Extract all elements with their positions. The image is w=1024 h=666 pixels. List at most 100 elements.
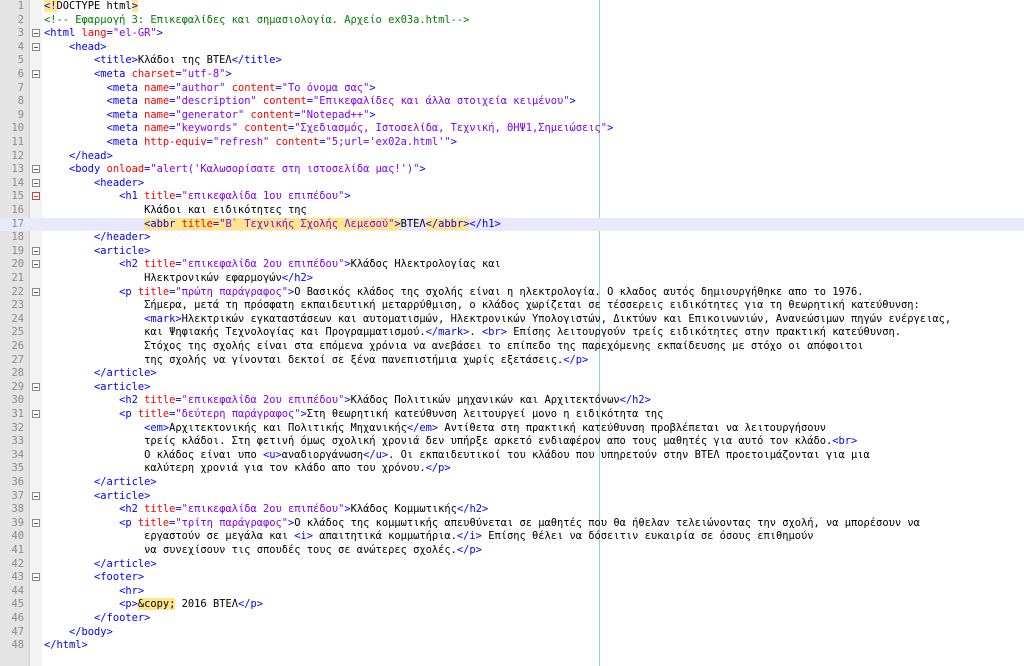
code-line[interactable]: 40 εργαστούν σε μεγάλα και <i> απαιτητικ… (0, 530, 1024, 544)
code-line[interactable]: 9 <meta name="generator" content="Notepa… (0, 109, 1024, 123)
code-text[interactable]: <p title="τρίτη παράγραφος">Ο κλάδος της… (44, 517, 920, 531)
code-line[interactable]: 16 Κλάδοι και ειδικότητες της (0, 204, 1024, 218)
code-line[interactable]: 47 </body> (0, 626, 1024, 640)
code-text[interactable]: </article> (44, 476, 157, 490)
code-text[interactable]: <meta name="description" content="Επικεφ… (44, 95, 576, 109)
code-text[interactable]: </footer> (44, 612, 150, 626)
fold-toggle-icon[interactable] (32, 382, 40, 391)
code-text[interactable]: <meta name="generator" content="Notepad+… (44, 109, 376, 123)
code-text[interactable]: <hr> (44, 585, 144, 599)
code-line[interactable]: 36 </article> (0, 476, 1024, 490)
code-text[interactable]: τρείς κλάδοι. Στη φετινή όμως σχολική χρ… (44, 435, 857, 449)
code-text[interactable]: Στόχος της σχολής είναι στα επόμενα χρόν… (44, 340, 863, 354)
fold-toggle-icon[interactable] (32, 42, 40, 51)
code-text[interactable]: <meta name="keywords" content="Σχεδιασμό… (44, 122, 614, 136)
code-line[interactable]: 6 <meta charset="utf-8"> (0, 68, 1024, 82)
code-line[interactable]: 2 <!-- Εφαρμογή 3: Επικεφαλίδες και σημασ… (0, 14, 1024, 28)
fold-toggle-icon[interactable] (32, 70, 40, 78)
code-text[interactable]: εργαστούν σε μεγάλα και <i> απαιτητικά κ… (44, 530, 813, 544)
fold-toggle-icon[interactable] (32, 260, 40, 269)
code-text[interactable]: </header> (44, 231, 150, 245)
code-line[interactable]: 17 <abbr title="Β` Τεχνικής Σχολής Λεμεσ… (0, 217, 1024, 232)
code-text[interactable]: </head> (44, 150, 113, 164)
code-line[interactable]: 21 Ηλεκτρονικών εφαρμογών</h2> (0, 272, 1024, 286)
code-line[interactable]: 18 </header> (0, 231, 1024, 245)
code-text[interactable]: <article> (44, 381, 150, 395)
code-line[interactable]: 14 <header> (0, 177, 1024, 191)
code-text[interactable]: να συνεχίσουν τις σπουδές τους σε ανώτερ… (44, 544, 482, 558)
code-line[interactable]: 1 <!DOCTYPE html> (0, 0, 1024, 14)
code-line[interactable]: 43 <footer> (0, 571, 1024, 585)
code-line[interactable]: 34 Ο κλάδος είναι υπο <u>αναδιοργάνωση</… (0, 449, 1024, 463)
code-line[interactable]: 20 <h2 title="επικεφαλίδα 2ου επιπέδου">… (0, 258, 1024, 272)
code-text[interactable]: <!DOCTYPE html> (44, 0, 138, 14)
code-text[interactable]: </article> (44, 367, 157, 381)
code-line[interactable]: 39 <p title="τρίτη παράγραφος">Ο κλάδος … (0, 517, 1024, 531)
code-text[interactable]: </body> (44, 626, 113, 640)
code-text[interactable]: <h2 title="επικεφαλίδα 2ου επιπέδου">Κλά… (44, 394, 651, 408)
code-line[interactable]: 42 </article> (0, 558, 1024, 572)
code-line[interactable]: 10 <meta name="keywords" content="Σχεδια… (0, 122, 1024, 136)
code-line[interactable]: 37 <article> (0, 490, 1024, 504)
code-line[interactable]: 35 καλύτερη χρονιά για τον κλάδο απο του… (0, 462, 1024, 476)
fold-toggle-icon[interactable] (32, 518, 40, 527)
code-text[interactable]: <h2 title="επικεφαλίδα 2ου επιπέδου">Κλά… (44, 503, 488, 517)
code-line[interactable]: 22 <p title="πρώτη παράγραφος">Ο Βασικός… (0, 286, 1024, 300)
code-text[interactable]: <h2 title="επικεφαλίδα 2ου επιπέδου">Κλά… (44, 258, 501, 272)
code-editor[interactable]: 1 <!DOCTYPE html> 2 <!-- Εφαρμογή 3: Επικεφ… (0, 0, 1024, 666)
code-text[interactable]: <footer> (44, 571, 144, 585)
code-line[interactable]: 41 να συνεχίσουν τις σπουδές τους σε ανώ… (0, 544, 1024, 558)
code-text[interactable]: <article> (44, 245, 150, 259)
code-line[interactable]: 25 και Ψηφιακής Τεχνολογίας και Προγραμμ… (0, 326, 1024, 340)
code-text[interactable]: Κλάδοι και ειδικότητες της (44, 204, 307, 218)
fold-toggle-icon[interactable] (32, 410, 40, 418)
code-line[interactable]: 12 </head> (0, 150, 1024, 164)
code-line[interactable]: 45 <p>&copy; 2016 ΒΤΕΛ</p> (0, 598, 1024, 612)
code-text[interactable]: <html lang="el-GR"> (44, 27, 163, 41)
code-text[interactable]: και Ψηφιακής Τεχνολογίας και Προγραμματι… (44, 326, 901, 340)
code-text[interactable]: <body onload="alert('Καλωσορίσατε στη ισ… (44, 163, 426, 177)
code-text[interactable]: <p title="πρώτη παράγραφος">Ο Βασικός κλ… (44, 286, 863, 300)
code-line[interactable]: 3 <html lang="el-GR"> (0, 27, 1024, 41)
code-text[interactable]: <h1 title="επικεφαλίδα 1ου επιπέδου"> (44, 190, 351, 204)
code-line[interactable]: 32 <em>Αρχιτεκτονικής και Πολιτικής Μηχα… (0, 422, 1024, 436)
fold-toggle-icon[interactable] (32, 192, 40, 201)
code-line[interactable]: 23 Σήμερα, μετά τη πρόσφατη εκπαιδευτική… (0, 299, 1024, 313)
code-text[interactable]: <p title="δεύτερη παράγραφος">Στη θεωρητ… (44, 408, 663, 422)
code-line[interactable]: 48 </html> (0, 639, 1024, 653)
fold-toggle-icon[interactable] (32, 287, 40, 296)
code-text[interactable]: <head> (44, 41, 107, 55)
code-line[interactable]: 5 <title>Κλάδοι της ΒΤΕΛ</title> (0, 54, 1024, 68)
code-text[interactable]: <em>Αρχιτεκτονικής και Πολιτικής Μηχανικ… (44, 422, 826, 436)
fold-toggle-icon[interactable] (32, 178, 40, 187)
fold-toggle-icon[interactable] (32, 573, 40, 582)
code-line[interactable]: 13 <body onload="alert('Καλωσορίσατε στη… (0, 163, 1024, 177)
code-text[interactable]: Ηλεκτρονικών εφαρμογών</h2> (44, 272, 313, 286)
code-line[interactable]: 8 <meta name="description" content="Επικ… (0, 95, 1024, 109)
code-line[interactable]: 31 <p title="δεύτερη παράγραφος">Στη θεω… (0, 408, 1024, 422)
code-text[interactable]: <article> (44, 490, 150, 504)
code-text[interactable]: <meta name="author" content="Το όνομα σα… (44, 82, 376, 96)
code-line[interactable]: 26 Στόχος της σχολής είναι στα επόμενα χ… (0, 340, 1024, 354)
code-line[interactable]: 4 <head> (0, 41, 1024, 55)
code-line[interactable]: 46 </footer> (0, 612, 1024, 626)
fold-toggle-icon[interactable] (32, 29, 40, 38)
code-line[interactable]: 44 <hr> (0, 585, 1024, 599)
code-text[interactable]: </article> (44, 558, 157, 572)
code-text[interactable]: <!-- Εφαρμογή 3: Επικεφαλίδες και σημασι… (44, 14, 469, 28)
code-line[interactable]: 38 <h2 title="επικεφαλίδα 2ου επιπέδου">… (0, 503, 1024, 517)
code-text[interactable]: <title>Κλάδοι της ΒΤΕΛ</title> (44, 54, 282, 68)
fold-toggle-icon[interactable] (32, 246, 40, 255)
code-text[interactable]: <header> (44, 177, 144, 191)
code-line[interactable]: 30 <h2 title="επικεφαλίδα 2ου επιπέδου">… (0, 394, 1024, 408)
code-line[interactable]: 28 </article> (0, 367, 1024, 381)
code-line[interactable]: 15 <h1 title="επικεφαλίδα 1ου επιπέδου"> (0, 190, 1024, 204)
code-line[interactable]: 19 <article> (0, 245, 1024, 259)
code-text[interactable]: καλύτερη χρονιά για τον κλάδο απο του χρ… (44, 462, 451, 476)
code-line[interactable]: 33 τρείς κλάδοι. Στη φετινή όμως σχολική… (0, 435, 1024, 449)
code-line[interactable]: 29 <article> (0, 381, 1024, 395)
code-text[interactable]: <meta http-equiv="refresh" content="5;ur… (44, 136, 457, 150)
code-text[interactable]: <abbr title="Β` Τεχνικής Σχολής Λεμεσού"… (44, 217, 501, 232)
code-text[interactable]: Ο κλάδος είναι υπο <u>αναδιοργάνωση</u>.… (44, 449, 870, 463)
code-text[interactable]: </html> (44, 639, 88, 653)
